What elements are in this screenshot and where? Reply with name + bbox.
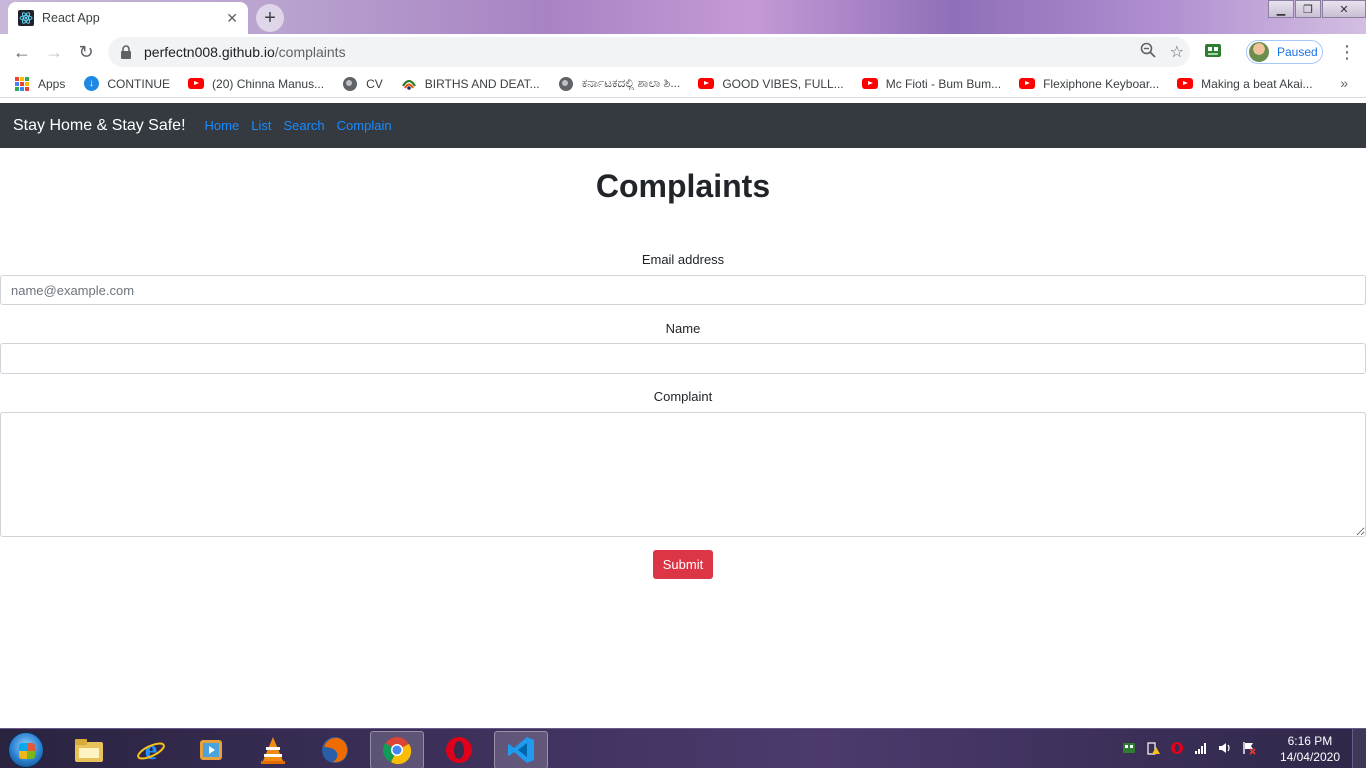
avatar: [1249, 42, 1269, 62]
apps-grid-icon: [14, 76, 30, 92]
bookmark-good-vibes[interactable]: GOOD VIBES, FULL...: [698, 76, 844, 92]
bookmark-flexiphone[interactable]: Flexiphone Keyboar...: [1019, 76, 1159, 92]
youtube-icon: [1177, 76, 1194, 92]
opera-icon[interactable]: [432, 731, 486, 768]
chrome-icon[interactable]: [370, 731, 424, 768]
name-label: Name: [665, 321, 701, 336]
youtube-icon: [861, 76, 878, 92]
os-taskbar: e 6:16 PM 14/04/2020: [0, 728, 1366, 768]
start-button[interactable]: [8, 732, 44, 768]
system-clock[interactable]: 6:16 PM 14/04/2020: [1280, 733, 1340, 765]
bookmark-apps[interactable]: Apps: [14, 76, 65, 92]
nav-link-home[interactable]: Home: [205, 118, 240, 133]
youtube-icon: [188, 76, 205, 92]
globe-icon: [342, 76, 358, 92]
restore-icon[interactable]: ❐: [1295, 0, 1321, 18]
tab-close-icon[interactable]: ✕: [226, 10, 238, 27]
reload-icon[interactable]: ↻: [70, 36, 102, 68]
bookmarks-bar: Apps ↓ CONTINUE (20) Chinna Manus... CV …: [0, 70, 1366, 98]
youtube-icon: [698, 76, 715, 92]
svg-text:e: e: [145, 735, 157, 765]
site-icon: [401, 76, 417, 92]
file-explorer-icon[interactable]: [62, 731, 116, 768]
firefox-icon[interactable]: [308, 731, 362, 768]
bookmark-births-and-deaths[interactable]: BIRTHS AND DEAT...: [401, 76, 540, 92]
lock-icon: [120, 45, 134, 59]
window-close-icon[interactable]: ✕: [1322, 0, 1366, 18]
clock-time: 6:16 PM: [1287, 734, 1333, 748]
submit-button[interactable]: Submit: [653, 550, 713, 579]
show-desktop-button[interactable]: [1352, 729, 1366, 768]
browser-menu-icon[interactable]: ⋮: [1338, 42, 1356, 63]
extension-icon[interactable]: [1204, 42, 1222, 60]
download-icon: ↓: [83, 76, 99, 92]
opera-tray-icon[interactable]: [1170, 741, 1184, 755]
nav-link-complain[interactable]: Complain: [337, 118, 392, 133]
bookmark-star-icon[interactable]: ☆: [1170, 42, 1184, 63]
clock-date: 14/04/2020: [1279, 750, 1340, 764]
name-field[interactable]: [0, 343, 1366, 374]
browser-tab-strip: React App ✕ + ▁ ❐ ✕: [0, 0, 1366, 34]
volume-icon[interactable]: [1218, 741, 1232, 755]
browser-tab[interactable]: React App ✕: [8, 2, 248, 34]
signal-icon[interactable]: [1194, 741, 1208, 755]
tab-title: React App: [42, 11, 100, 25]
vscode-icon[interactable]: [494, 731, 548, 768]
youtube-icon: [1019, 76, 1036, 92]
profile-status: Paused: [1277, 45, 1318, 59]
minimize-icon[interactable]: ▁: [1268, 0, 1294, 18]
system-tray: [1122, 741, 1256, 755]
tray-app-icon[interactable]: [1122, 741, 1136, 755]
complaint-textarea[interactable]: [0, 412, 1366, 537]
internet-explorer-icon[interactable]: e: [124, 731, 178, 768]
bookmark-continue[interactable]: ↓ CONTINUE: [83, 76, 170, 92]
bookmark-chinna-manus[interactable]: (20) Chinna Manus...: [188, 76, 324, 92]
new-tab-button[interactable]: +: [256, 4, 284, 32]
bookmark-cv[interactable]: CV: [342, 76, 383, 92]
bookmarks-overflow-icon[interactable]: »: [1340, 75, 1348, 91]
action-center-flag-icon[interactable]: [1242, 741, 1256, 755]
forward-arrow-icon[interactable]: →: [38, 36, 70, 68]
vlc-icon[interactable]: [246, 731, 300, 768]
url-text: perfectn008.github.io/complaints: [144, 44, 346, 60]
navbar-brand[interactable]: Stay Home & Stay Safe!: [13, 117, 186, 135]
battery-warning-icon[interactable]: [1146, 741, 1160, 755]
window-controls: ▁ ❐ ✕: [1267, 0, 1366, 18]
bookmark-kannada-site[interactable]: ಕರ್ನಾಟಕದಲ್ಲಿ ಶಾಲಾ ಶಿ...: [558, 76, 680, 92]
profile-button[interactable]: Paused: [1246, 40, 1323, 64]
globe-icon: [558, 76, 574, 92]
email-field[interactable]: [0, 275, 1366, 305]
nav-link-list[interactable]: List: [251, 118, 271, 133]
nav-link-search[interactable]: Search: [283, 118, 324, 133]
bookmark-mc-fioti[interactable]: Mc Fioti - Bum Bum...: [861, 76, 1001, 92]
email-label: Email address: [641, 252, 725, 267]
complaint-label: Complaint: [653, 389, 713, 404]
site-navbar: Stay Home & Stay Safe! Home List Search …: [0, 103, 1366, 148]
media-player-icon[interactable]: [184, 731, 238, 768]
react-logo-icon: [18, 10, 34, 26]
address-bar[interactable]: perfectn008.github.io/complaints ☆: [108, 37, 1190, 67]
page-title: Complaints: [595, 168, 771, 204]
bookmark-making-a-beat[interactable]: Making a beat Akai...: [1177, 76, 1313, 92]
zoom-icon[interactable]: [1140, 42, 1156, 63]
browser-toolbar: ← → ↻ perfectn008.github.io/complaints ☆…: [0, 34, 1366, 70]
back-arrow-icon[interactable]: ←: [6, 36, 38, 68]
